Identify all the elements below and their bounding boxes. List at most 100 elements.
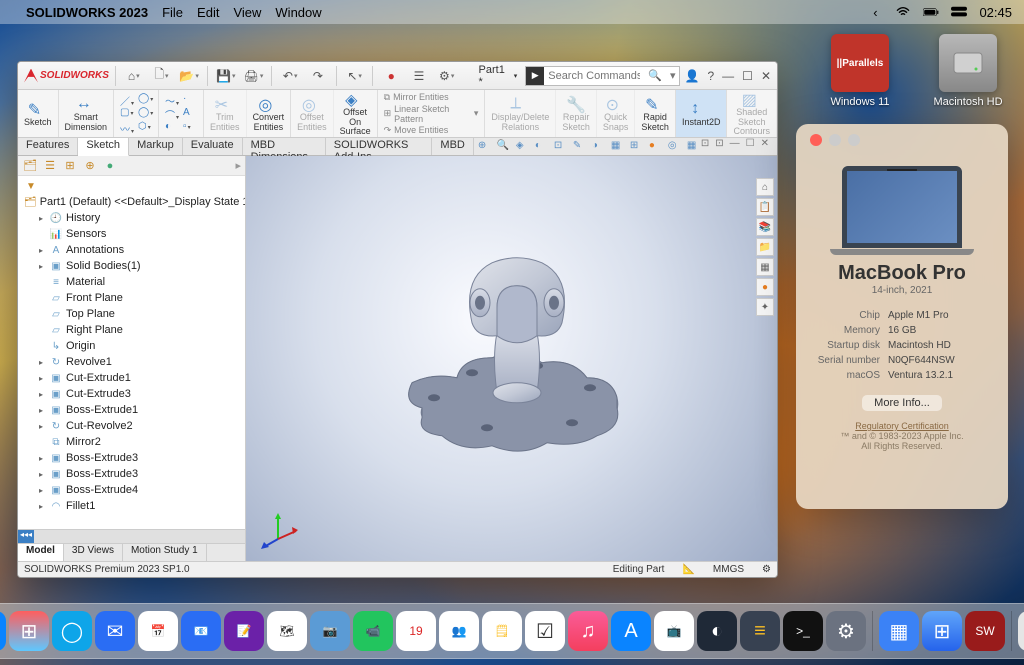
tab-sketch[interactable]: Sketch: [78, 138, 129, 156]
minimize-icon[interactable]: —: [722, 69, 734, 83]
dock-item-6[interactable]: 📝: [224, 611, 264, 651]
taskpane-appearances-icon[interactable]: ●: [756, 278, 774, 296]
graphics-viewport[interactable]: ⌂ 📋 📚 📁 ▦ ● ✦: [246, 156, 777, 561]
menubar-clock[interactable]: 02:45: [979, 5, 1012, 20]
tree-item-boss-extrude1[interactable]: ▸▣Boss-Extrude1: [18, 402, 245, 418]
tree-item-front-plane[interactable]: ▱Front Plane: [18, 290, 245, 306]
undo-button[interactable]: ↶: [278, 65, 302, 87]
dock-item-23[interactable]: SW: [965, 611, 1005, 651]
ribbon-offset-surface[interactable]: ◈Offset On Surface: [334, 90, 378, 137]
dock-item-8[interactable]: 📷: [310, 611, 350, 651]
close-button[interactable]: [810, 134, 822, 146]
bottom-tab-motion[interactable]: Motion Study 1: [123, 544, 207, 561]
dock-item-14[interactable]: ♫: [568, 611, 608, 651]
dock-item-7[interactable]: 🗺: [267, 611, 307, 651]
doc-close-button[interactable]: ✕: [761, 138, 769, 155]
menubar-window[interactable]: Window: [275, 5, 321, 20]
status-menu-icon[interactable]: ⚙: [762, 564, 771, 575]
tree-tab-feature-manager[interactable]: 🗂: [22, 158, 38, 174]
dock-item-1[interactable]: ⊞: [9, 611, 49, 651]
tree-item-boss-extrude3[interactable]: ▸▣Boss-Extrude3: [18, 450, 245, 466]
tree-filter[interactable]: ▼: [18, 178, 245, 194]
close-icon[interactable]: ✕: [761, 69, 771, 83]
dock-item-10[interactable]: 19: [396, 611, 436, 651]
help-button[interactable]: ?: [707, 69, 714, 83]
maximize-icon[interactable]: ☐: [742, 69, 753, 83]
tab-evaluate[interactable]: Evaluate: [183, 138, 243, 155]
options-list-button[interactable]: ☰: [407, 65, 431, 87]
ribbon-convert[interactable]: ◎Convert Entities: [247, 90, 292, 137]
dock-item-21[interactable]: ▦: [879, 611, 919, 651]
taskpane-explorer-icon[interactable]: 📁: [756, 238, 774, 256]
tree-item-cut-extrude3[interactable]: ▸▣Cut-Extrude3: [18, 386, 245, 402]
tree-item-boss-extrude4[interactable]: ▸▣Boss-Extrude4: [18, 482, 245, 498]
tab-markup[interactable]: Markup: [129, 138, 183, 155]
menubar-view[interactable]: View: [233, 5, 261, 20]
ribbon-quick-snaps[interactable]: ⊙Quick Snaps: [597, 90, 636, 137]
tree-tab-property-manager[interactable]: ☰: [42, 158, 58, 174]
bottom-tab-model[interactable]: Model: [18, 544, 64, 561]
save-button[interactable]: 💾: [214, 65, 238, 87]
dock-item-18[interactable]: ≡: [740, 611, 780, 651]
document-tab[interactable]: Part1 *: [475, 64, 522, 88]
dock-item-4[interactable]: 📅: [138, 611, 178, 651]
tree-item-revolve1[interactable]: ▸↻Revolve1: [18, 354, 245, 370]
dock-item-9[interactable]: 📹: [353, 611, 393, 651]
tree-item-boss-extrude3[interactable]: ▸▣Boss-Extrude3: [18, 466, 245, 482]
select-button[interactable]: ↖: [343, 65, 367, 87]
control-center-icon[interactable]: [951, 4, 967, 20]
more-info-button[interactable]: More Info...: [862, 395, 942, 411]
dock-item-0[interactable]: ☺: [0, 611, 6, 651]
regulatory-link[interactable]: Regulatory Certification: [855, 421, 949, 431]
ribbon-sketch[interactable]: ✎Sketch: [18, 90, 59, 137]
tree-tab-display[interactable]: ●: [102, 158, 118, 174]
tab-mbd[interactable]: MBD: [432, 138, 473, 155]
tree-root[interactable]: 🗂Part1 (Default) <<Default>_Display Stat…: [18, 194, 245, 210]
doc-minimize-button[interactable]: —: [730, 138, 740, 155]
view-triad-icon[interactable]: [258, 509, 298, 549]
ribbon-instant2d[interactable]: ↕Instant2D: [676, 90, 728, 137]
ribbon-rapid-sketch[interactable]: ✎Rapid Sketch: [635, 90, 676, 137]
rebuild-button[interactable]: ●: [379, 65, 403, 87]
status-edit-icon[interactable]: 📐: [682, 564, 694, 575]
search-icon[interactable]: 🔍: [644, 69, 666, 82]
options-gear-button[interactable]: ⚙: [435, 65, 459, 87]
tab-mbd-dimensions[interactable]: MBD Dimensions: [243, 138, 326, 155]
doc-window-button[interactable]: ⊡: [701, 138, 709, 155]
search-input[interactable]: [544, 70, 644, 82]
tree-item-annotations[interactable]: ▸AAnnotations: [18, 242, 245, 258]
dock-item-15[interactable]: A: [611, 611, 651, 651]
dock-item-13[interactable]: ☑: [525, 611, 565, 651]
taskpane-home-icon[interactable]: ⌂: [756, 178, 774, 196]
tree-tab-dimxpert[interactable]: ⊕: [82, 158, 98, 174]
taskpane-library-icon[interactable]: 📚: [756, 218, 774, 236]
taskpane-view-palette-icon[interactable]: ▦: [756, 258, 774, 276]
tree-tab-config[interactable]: ⊞: [62, 158, 78, 174]
taskpane-resources-icon[interactable]: 📋: [756, 198, 774, 216]
ribbon-smart-dimension[interactable]: ↔Smart Dimension: [59, 90, 115, 137]
tree-item-cut-revolve2[interactable]: ▸↻Cut-Revolve2: [18, 418, 245, 434]
ribbon-trim[interactable]: ✂Trim Entities: [204, 90, 247, 137]
tree-item-solid-bodies-1-[interactable]: ▸▣Solid Bodies(1): [18, 258, 245, 274]
home-button[interactable]: ⌂: [122, 65, 146, 87]
dock-item-17[interactable]: ◐: [697, 611, 737, 651]
print-button[interactable]: 🖨: [242, 65, 266, 87]
dock-item-24[interactable]: 🗑: [1018, 611, 1024, 651]
tree-pane-splitter-icon[interactable]: ▸: [235, 159, 241, 172]
dock-item-3[interactable]: ✉: [95, 611, 135, 651]
dock-item-12[interactable]: 🗒: [482, 611, 522, 651]
tree-item-cut-extrude1[interactable]: ▸▣Cut-Extrude1: [18, 370, 245, 386]
tree-item-origin[interactable]: ↳Origin: [18, 338, 245, 354]
status-units[interactable]: MMGS: [713, 564, 744, 575]
tree-item-history[interactable]: ▸🕘History: [18, 210, 245, 226]
tree-item-fillet1[interactable]: ▸◠Fillet1: [18, 498, 245, 514]
tab-features[interactable]: Features: [18, 138, 78, 155]
dock-item-20[interactable]: ⚙: [826, 611, 866, 651]
doc-restore-button[interactable]: ⊡: [715, 138, 723, 155]
tree-item-sensors[interactable]: 📊Sensors: [18, 226, 245, 242]
dock-item-2[interactable]: ◯: [52, 611, 92, 651]
battery-icon[interactable]: [923, 4, 939, 20]
ribbon-display-relations[interactable]: ⟂Display/Delete Relations: [485, 90, 556, 137]
tab-addins[interactable]: SOLIDWORKS Add-Ins: [326, 138, 433, 155]
tree-rollback-bar[interactable]: ◂◂◂: [18, 530, 34, 543]
